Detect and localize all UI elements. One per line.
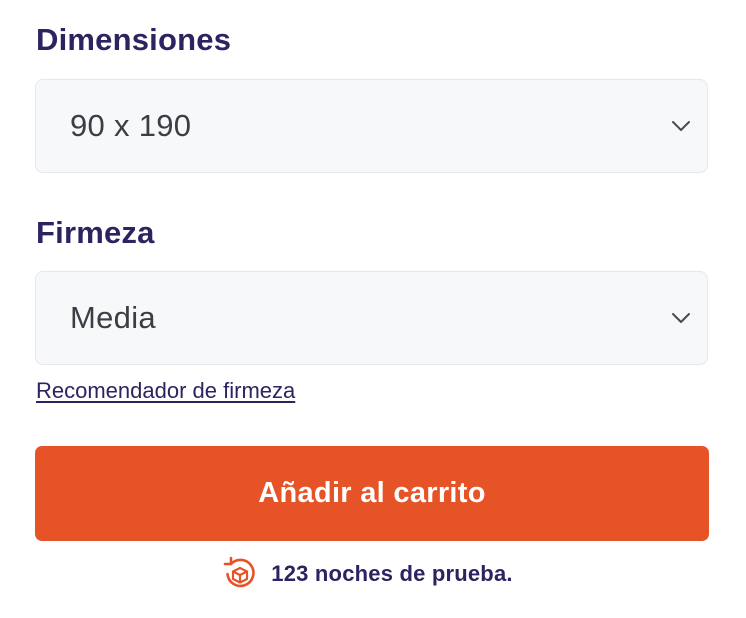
add-to-cart-button[interactable]: Añadir al carrito [35, 446, 709, 541]
firmness-recommender-link[interactable]: Recomendador de firmeza [36, 378, 295, 404]
trial-info: 123 noches de prueba. [0, 553, 746, 595]
dimensions-label: Dimensiones [36, 22, 232, 57]
trial-text: 123 noches de prueba. [271, 561, 513, 586]
firmness-select[interactable]: Media [35, 271, 708, 365]
firmness-label: Firmeza [36, 215, 155, 250]
dimensions-select[interactable]: 90 x 190 [35, 79, 708, 173]
dimensions-selected-value: 90 x 190 [70, 108, 192, 143]
trial-box-return-icon [223, 556, 255, 588]
chevron-down-icon [672, 313, 690, 323]
chevron-down-icon [672, 121, 690, 131]
firmness-selected-value: Media [70, 300, 156, 335]
